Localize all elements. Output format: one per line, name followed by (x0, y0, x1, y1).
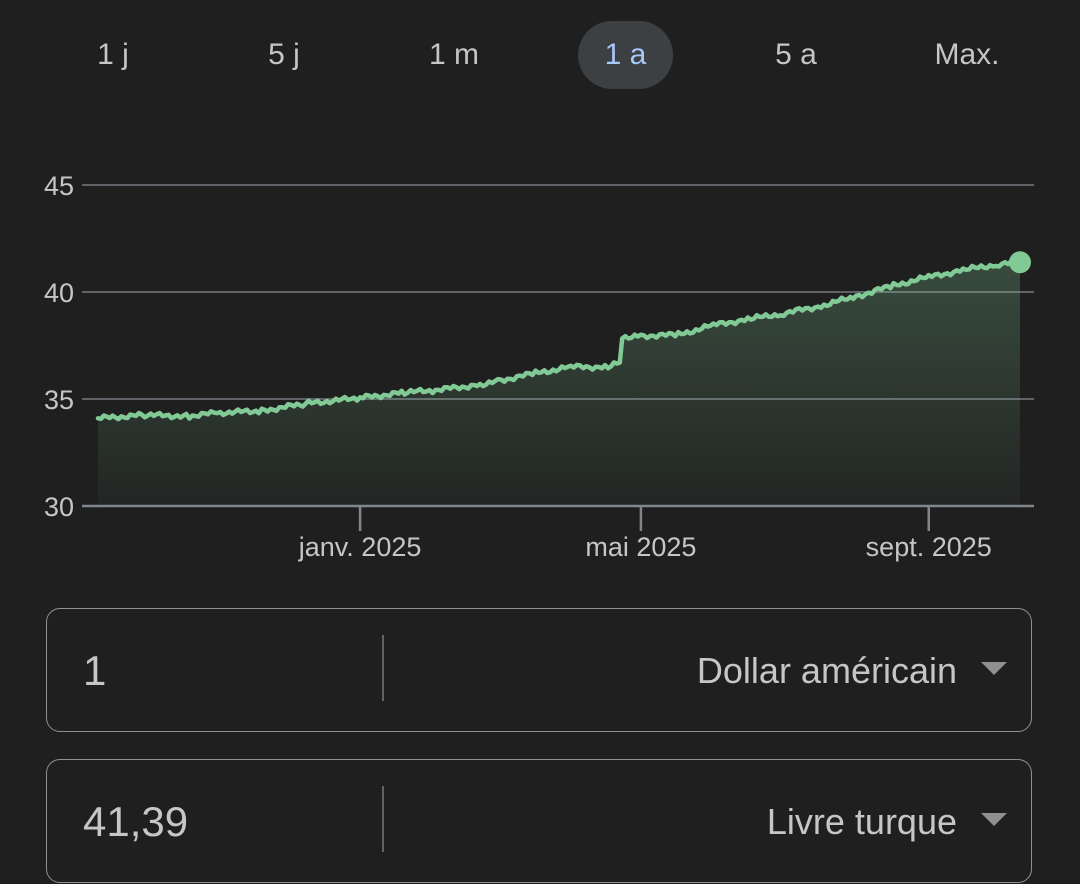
x-tick-label: janv. 2025 (298, 532, 422, 562)
y-tick-label: 40 (44, 278, 74, 308)
y-tick-label: 35 (44, 385, 74, 415)
range-tab-1m[interactable]: 1 m (398, 21, 510, 89)
from-currency-select[interactable]: Dollar américain (697, 609, 957, 733)
range-tab-1y[interactable]: 1 a (578, 21, 673, 89)
from-currency-field: 1 Dollar américain (46, 608, 1032, 732)
range-tab-5d[interactable]: 5 j (228, 21, 340, 89)
exchange-rate-chart[interactable]: 30 35 40 45 janv. 2025 mai 2025 sept. 2025 (0, 140, 1080, 580)
time-range-tabs: 1 j 5 j 1 m 1 a 5 a Max. (28, 21, 1052, 89)
to-currency-field: 41,39 Livre turque (46, 759, 1032, 883)
exchange-rate-chart-svg: 30 35 40 45 janv. 2025 mai 2025 sept. 2025 (44, 171, 1034, 562)
to-currency-select[interactable]: Livre turque (767, 760, 957, 884)
x-tick-label: sept. 2025 (866, 532, 992, 562)
rate-area-fill (98, 260, 1020, 506)
currency-converter-panel: 1 j 5 j 1 m 1 a 5 a Max. 30 35 40 45 janv. 2… (0, 0, 1080, 884)
range-tab-5y[interactable]: 5 a (740, 21, 852, 89)
chevron-down-icon[interactable] (981, 813, 1007, 826)
y-tick-label: 45 (44, 171, 74, 201)
from-amount-input[interactable]: 1 (83, 609, 106, 733)
field-divider (382, 786, 384, 852)
to-amount-input[interactable]: 41,39 (83, 760, 188, 884)
chevron-down-icon[interactable] (981, 662, 1007, 675)
x-tick-label: mai 2025 (585, 532, 696, 562)
range-tab-1d[interactable]: 1 j (57, 21, 169, 89)
range-tab-max[interactable]: Max. (908, 21, 1026, 89)
y-tick-label: 30 (44, 492, 74, 522)
field-divider (382, 635, 384, 701)
current-rate-marker (1009, 251, 1031, 274)
